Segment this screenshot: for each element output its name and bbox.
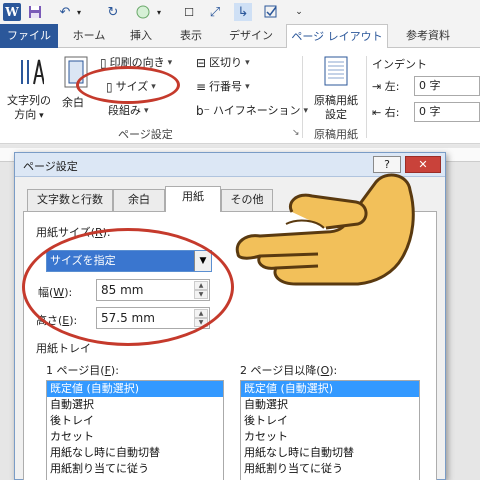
height-value: 57.5 mm (101, 311, 155, 325)
tab-page-layout[interactable]: ページ レイアウト (286, 24, 388, 49)
save-icon[interactable] (26, 3, 44, 21)
checkmark-icon[interactable]: ⤢ (206, 3, 224, 21)
page-setup-launcher-icon[interactable]: ↘ (292, 128, 300, 138)
check-pointer-icon[interactable] (262, 3, 280, 21)
tab-design[interactable]: デザイン (220, 24, 282, 48)
manuscript-label-2: 設定 (325, 108, 347, 121)
pointing-hand-icon (235, 173, 415, 286)
ribbon-tabs: ファイル ホーム 挿入 表示 デザイン ページ レイアウト 参考資料 (0, 24, 480, 49)
undo-dropdown-icon[interactable]: ▾ (70, 3, 88, 21)
paper-size-label: 用紙サイズ(R): (36, 226, 111, 239)
indent-title: インデント (372, 58, 427, 71)
margins-icon (64, 56, 88, 88)
height-input[interactable]: 57.5 mm ▲ ▼ (96, 307, 210, 329)
spin-up-icon[interactable]: ▲ (194, 281, 208, 290)
orientation-label: 印刷の向き (109, 56, 165, 69)
list-item[interactable]: 後トレイ (47, 413, 223, 429)
paper-size-select[interactable]: サイズを指定 ▼ (46, 250, 212, 272)
breaks-icon: ⊟ (196, 56, 207, 70)
size-button[interactable]: ▯ サイズ (106, 78, 156, 96)
indent-right-label: ⇤ 右: (372, 106, 400, 119)
size-label: サイズ (115, 80, 149, 93)
indent-left-icon: ⇥ (372, 80, 382, 93)
spin-up-icon[interactable]: ▲ (194, 309, 208, 318)
spin-down-icon[interactable]: ▼ (194, 318, 208, 327)
first-page-label: 1 ページ目(F): (46, 364, 119, 377)
columns-button[interactable]: 段組み (108, 102, 149, 120)
text-direction-button[interactable]: 文字列の 方向 ▾ (6, 52, 51, 124)
dialog-title: ページ設定 (23, 160, 78, 173)
other-pages-label: 2 ページ目以降(O): (240, 364, 338, 377)
list-item[interactable]: 自動選択 (47, 397, 223, 413)
margins-label: 余白 (62, 96, 84, 109)
list-item[interactable]: 自動選択 (241, 397, 419, 413)
chevron-down-icon[interactable]: ▼ (194, 251, 211, 271)
ribbon-separator (366, 56, 367, 138)
group-label-page-setup: ページ設定 (118, 128, 173, 141)
spin-down-icon[interactable]: ▼ (194, 290, 208, 299)
ribbon-separator (302, 56, 303, 138)
list-item[interactable]: カセット (241, 429, 419, 445)
hyphenation-label: ハイフネーション (212, 104, 301, 117)
tab-view[interactable]: 表示 (170, 24, 212, 48)
line-numbers-label: 行番号 (209, 80, 243, 93)
orientation-icon: ▯ (100, 56, 107, 70)
list-item[interactable]: 後トレイ (241, 413, 419, 429)
text-direction-label-2: 方向 (14, 108, 37, 121)
breaks-label: 区切り (209, 56, 243, 69)
indent-right-input[interactable]: 0 字 (414, 102, 480, 122)
indent-left-label: ⇥ 左: (372, 80, 400, 93)
word-icon[interactable]: W (3, 3, 21, 21)
list-item[interactable]: 用紙なし時に自動切替 (241, 445, 419, 461)
list-item[interactable]: 既定値 (自動選択) (47, 381, 223, 397)
list-item[interactable]: カセット (47, 429, 223, 445)
list-item[interactable]: 用紙割り当てに従う (241, 461, 419, 477)
indent-right-icon: ⇤ (372, 106, 382, 119)
tab-home[interactable]: ホーム (66, 24, 112, 48)
manuscript-label-1: 原稿用紙 (314, 94, 358, 107)
tab-insert[interactable]: 挿入 (120, 24, 162, 48)
height-label: 高さ(E): (36, 314, 78, 327)
breaks-button[interactable]: ⊟ 区切り (196, 54, 250, 72)
line-numbers-icon: ≡ (196, 80, 207, 94)
list-item[interactable]: 用紙割り当てに従う (47, 461, 223, 477)
tab-margins[interactable]: 余白 (113, 189, 165, 211)
hyphenation-button[interactable]: b⁻ ハイフネーション (196, 102, 308, 120)
tab-file[interactable]: ファイル (0, 24, 58, 48)
width-value: 85 mm (101, 283, 144, 297)
line-numbers-button[interactable]: ≡ 行番号 (196, 78, 250, 96)
tab-paper[interactable]: 用紙 (165, 186, 221, 212)
tab-chars-lines[interactable]: 文字数と行数 (27, 189, 113, 211)
list-item[interactable]: 既定値 (自動選択) (241, 381, 419, 397)
circle-dropdown-icon[interactable]: ▾ (150, 3, 168, 21)
list-item[interactable]: 用紙なし時に自動切替 (47, 445, 223, 461)
size-icon: ▯ (106, 80, 113, 94)
paper-size-value: サイズを指定 (50, 254, 116, 267)
customize-icon[interactable]: ☐ (180, 3, 198, 21)
columns-label: 段組み (108, 104, 141, 117)
pointer-icon[interactable]: ↳ (234, 3, 252, 21)
first-page-tray-list[interactable]: 既定値 (自動選択) 自動選択 後トレイ カセット 用紙なし時に自動切替 用紙割… (46, 380, 224, 480)
manuscript-icon (324, 56, 348, 86)
text-direction-icon (21, 59, 44, 85)
other-pages-tray-list[interactable]: 既定値 (自動選択) 自動選択 後トレイ カセット 用紙なし時に自動切替 用紙割… (240, 380, 420, 480)
indent-left-input[interactable]: 0 字 (414, 76, 480, 96)
tab-references[interactable]: 参考資料 (396, 24, 460, 48)
quick-access-toolbar: W ↶ ▾ ↻ ▾ ☐ ⤢ ↳ ⌄ (0, 0, 480, 24)
ribbon: 文字列の 方向 ▾ 余白 ▯ 印刷の向き ▯ サイズ 段組み ⊟ 区切り ≡ 行… (0, 48, 480, 144)
width-input[interactable]: 85 mm ▲ ▼ (96, 279, 210, 301)
text-direction-label-1: 文字列の (7, 94, 51, 107)
qat-more-icon[interactable]: ⌄ (290, 3, 308, 21)
orientation-button[interactable]: ▯ 印刷の向き (100, 54, 172, 72)
manuscript-button[interactable]: 原稿用紙 設定 (308, 52, 364, 124)
redo-icon[interactable]: ↻ (104, 3, 122, 21)
width-label: 幅(W): (38, 286, 73, 299)
group-label-manuscript: 原稿用紙 (314, 128, 358, 141)
paper-tray-label: 用紙トレイ (36, 342, 91, 355)
hyphenation-icon: b⁻ (196, 104, 210, 118)
margins-button[interactable]: 余白 (58, 52, 92, 124)
